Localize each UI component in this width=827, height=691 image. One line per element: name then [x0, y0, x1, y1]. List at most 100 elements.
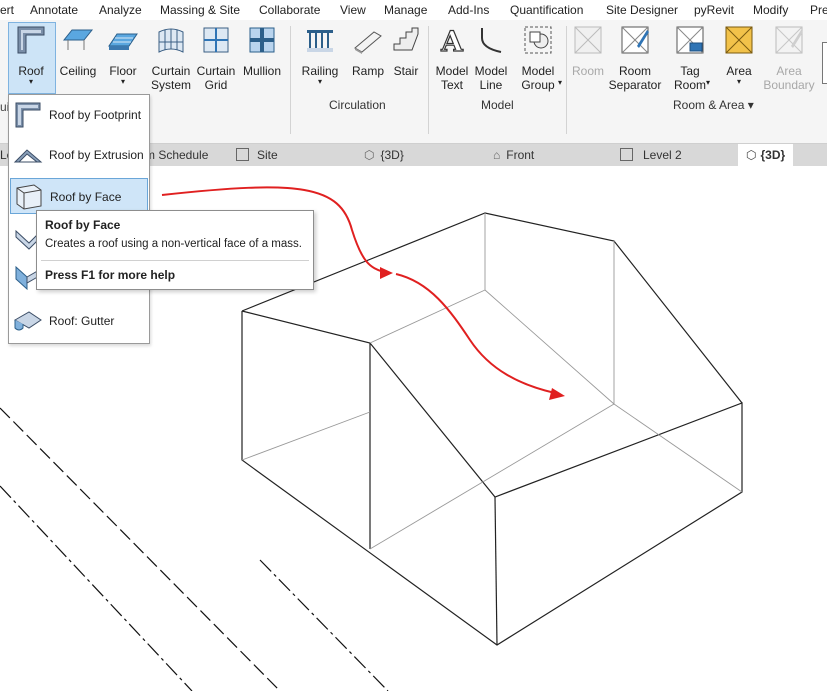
floor-icon [108, 33, 138, 50]
tooltip-description: Creates a roof using a non-vertical face… [45, 238, 302, 250]
overflow-tool-edge [822, 42, 827, 84]
mass-outline [241, 212, 743, 646]
railing-icon [307, 30, 333, 52]
area-label: Area [726, 64, 752, 78]
curtain-grid-tool[interactable]: Curtain Grid [195, 24, 237, 92]
view-tab-front[interactable]: ⌂ Front [493, 148, 534, 162]
ceiling-tool[interactable]: Ceiling [56, 24, 100, 78]
menu-analyze[interactable]: Analyze [99, 3, 142, 17]
menu-site-designer[interactable]: Site Designer [606, 3, 678, 17]
mullion-label: Mullion [242, 64, 281, 78]
area-boundary-label: Area Boundary [763, 64, 815, 92]
menu-item-roof-by-footprint[interactable]: Roof by Footprint [10, 97, 148, 133]
menu-item-roof-by-face[interactable]: Roof by Face [10, 178, 148, 214]
tooltip-help: Press F1 for more help [45, 268, 176, 282]
room-separator-label: Room Separator [608, 64, 662, 92]
tag-room-icon [676, 26, 704, 54]
chevron-down-icon: ▾ [558, 78, 563, 87]
menu-pyrevit[interactable]: pyRevit [694, 3, 734, 17]
curtain-system-label: Curtain System [150, 64, 191, 92]
chevron-down-icon: ▾ [120, 77, 125, 86]
menu-item-label: Roof by Extrusion [49, 148, 144, 162]
railing-tool[interactable]: Railing ▾ [298, 24, 342, 86]
cube-icon: ⬡ [364, 148, 375, 162]
room-separator-tool[interactable]: Room Separator [608, 24, 662, 92]
menu-insert[interactable]: ert [0, 3, 14, 17]
svg-text:A: A [440, 25, 464, 56]
menu-massing-site[interactable]: Massing & Site [160, 3, 240, 17]
ribbon-divider [428, 26, 429, 134]
view-tab-3d-label: {3D} [380, 148, 404, 162]
room-label: Room [571, 64, 604, 78]
ribbon-divider [566, 26, 567, 134]
ceiling-label: Ceiling [59, 64, 97, 78]
menu-manage[interactable]: Manage [384, 3, 427, 17]
room-area-panel-title[interactable]: Room & Area ▾ [673, 98, 754, 112]
tooltip-roof-by-face: Roof by Face Creates a roof using a non-… [36, 210, 314, 290]
mass-hidden-edges [241, 213, 743, 550]
model-group-tool[interactable]: Model Group ▾ [514, 24, 562, 92]
curtain-system-icon [158, 28, 184, 53]
arrowhead [549, 388, 565, 400]
roof-footprint-icon [15, 102, 41, 128]
view-tab-level-2[interactable]: Level 2 [620, 148, 682, 162]
model-panel-title: Model [481, 98, 514, 112]
menu-annotate[interactable]: Annotate [30, 3, 78, 17]
view-tab-site-label: Site [257, 148, 278, 162]
tooltip-divider [41, 260, 309, 261]
site-property-lines [0, 407, 389, 691]
view-tab-3d-active-label: {3D} [760, 148, 786, 162]
room-tool[interactable]: Room [568, 24, 608, 78]
menu-preview[interactable]: Pre [810, 3, 827, 17]
roof-face-icon [16, 184, 42, 210]
ramp-icon [354, 31, 382, 54]
view-tab-3d[interactable]: ⬡ {3D} [364, 148, 404, 162]
mullion-tool[interactable]: Mullion [240, 24, 284, 78]
menu-bar: ert Annotate Analyze Massing & Site Coll… [0, 0, 827, 21]
roof-gutter-icon [13, 311, 42, 331]
ceiling-icon [62, 29, 94, 50]
stair-label: Stair [393, 64, 419, 78]
cube-icon: ⬡ [746, 148, 757, 162]
model-text-icon: A [440, 24, 465, 58]
ramp-tool[interactable]: Ramp [348, 24, 388, 78]
view-tab-schedule[interactable]: m Schedule [145, 148, 208, 162]
menu-item-label: Roof by Footprint [49, 108, 142, 122]
area-tool[interactable]: Area ▾ [718, 24, 760, 86]
floor-tool[interactable]: Floor ▾ [104, 24, 142, 86]
menu-add-ins[interactable]: Add-Ins [448, 3, 489, 17]
model-group-label: Model Group [521, 64, 555, 92]
view-tab-site[interactable]: Site [236, 148, 278, 162]
menu-collaborate[interactable]: Collaborate [259, 3, 320, 17]
menu-item-roof-gutter[interactable]: Roof: Gutter [10, 303, 148, 339]
chevron-down-icon: ▾ [736, 77, 741, 86]
ribbon-divider [290, 26, 291, 134]
menu-view[interactable]: View [340, 3, 366, 17]
area-boundary-tool[interactable]: Area Boundary [760, 24, 818, 92]
plan-view-icon [236, 148, 249, 161]
stair-tool[interactable]: Stair [388, 24, 424, 78]
curtain-system-tool[interactable]: Curtain System [148, 24, 194, 92]
menu-item-roof-by-extrusion[interactable]: Roof by Extrusion [10, 137, 148, 173]
view-tab-3d-active[interactable]: ⬡ {3D} [738, 144, 794, 166]
stair-icon [393, 27, 419, 51]
area-icon [725, 26, 753, 54]
floor-label: Floor [109, 64, 137, 78]
plan-view-icon [620, 148, 633, 161]
model-line-tool[interactable]: Model Line [472, 24, 510, 92]
railing-label: Railing [301, 64, 339, 78]
menu-quantification[interactable]: Quantification [510, 3, 583, 17]
model-line-label: Model Line [474, 64, 508, 92]
menu-modify[interactable]: Modify [753, 3, 788, 17]
model-text-tool[interactable]: A Model Text [432, 24, 472, 92]
tag-room-tool[interactable]: Tag Room ▾ [668, 24, 712, 92]
ramp-label: Ramp [351, 64, 384, 78]
menu-item-label: Roof by Face [50, 190, 122, 204]
roof-tool[interactable]: Roof ▾ [10, 24, 52, 86]
menu-item-label: Roof: Gutter [49, 314, 115, 328]
arrowhead [380, 267, 393, 279]
chevron-down-icon: ▾ [706, 78, 711, 87]
view-tab-level-2-label: Level 2 [643, 148, 682, 162]
mullion-icon [249, 27, 275, 53]
circulation-panel-title: Circulation [329, 98, 386, 112]
